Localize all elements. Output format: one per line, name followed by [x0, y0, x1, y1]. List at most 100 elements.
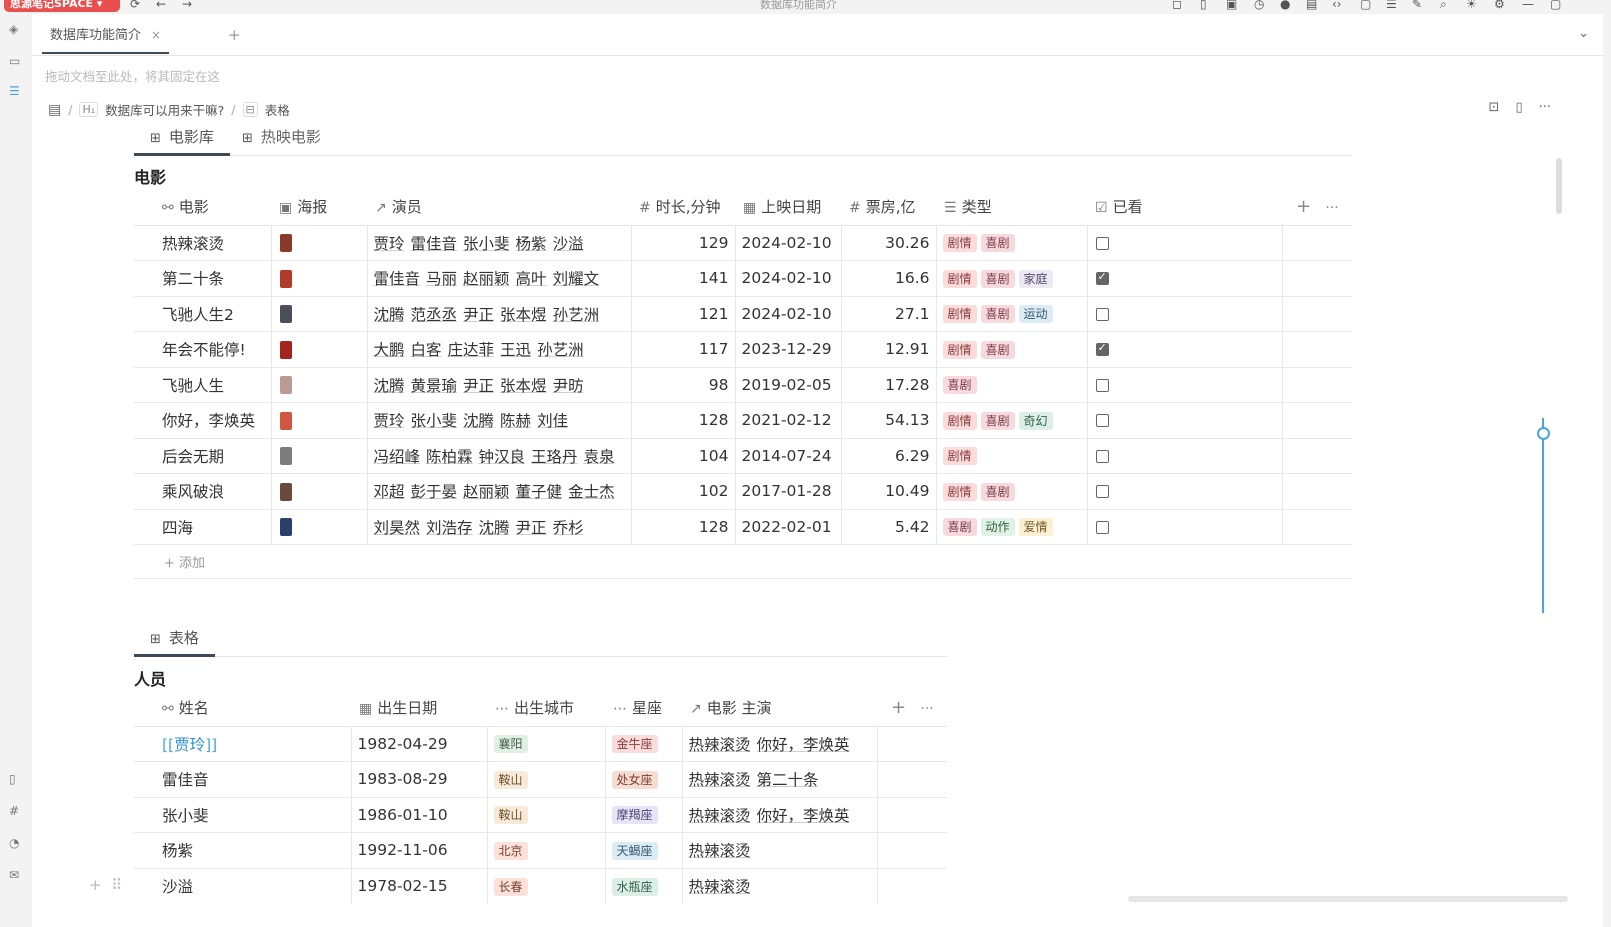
movie-relation[interactable]: 热辣滚烫	[689, 842, 751, 860]
actor-relation[interactable]: 孙艺洲	[537, 341, 584, 359]
duration-cell[interactable]: 141	[631, 260, 736, 296]
actor-relation[interactable]: 尹正	[463, 306, 494, 324]
poster-cell[interactable]	[271, 473, 368, 509]
actor-relation[interactable]: 孙艺洲	[553, 306, 600, 324]
zodiac-cell[interactable]: 摩羯座	[605, 796, 683, 833]
table-row[interactable]: 沙溢 1978-02-15 长春 水瓶座 热辣滚烫	[134, 867, 947, 904]
birth-city-cell[interactable]: 北京	[487, 832, 606, 868]
duration-cell[interactable]: 128	[631, 508, 736, 545]
table-row[interactable]: 年会不能停! 大鹏 白客 庄达菲 王迅 孙艺洲 117 2023-12-29 12.91 剧情 喜剧	[134, 331, 1352, 367]
actor-relation[interactable]: 雷佳音	[411, 235, 458, 253]
actors-cell[interactable]: 贾玲 张小斐 沈腾 陈赫 刘佳	[367, 402, 632, 438]
settings-icon[interactable]: ⚙	[1494, 0, 1505, 11]
add-column-icon[interactable]: +	[1296, 196, 1311, 217]
database-title[interactable]: 人员	[134, 666, 166, 690]
actor-relation[interactable]: 冯绍峰	[374, 448, 421, 466]
tag-icon[interactable]: #	[9, 804, 19, 818]
table-row[interactable]: 乘风破浪 邓超 彭于晏 赵丽颖 董子健 金士杰 102 2017-01-28 10.49 剧情 喜剧	[134, 473, 1352, 509]
database-title[interactable]: 电影	[134, 164, 166, 188]
table-row[interactable]: 飞驰人生 沈腾 黄景瑜 尹正 张本煜 尹昉 98 2019-02-05 17.28 喜剧	[134, 366, 1352, 403]
seen-cell[interactable]	[1087, 224, 1283, 261]
poster-thumbnail[interactable]	[279, 482, 292, 501]
birth-city-cell[interactable]: 鞍山	[487, 761, 606, 797]
horizontal-scrollbar[interactable]	[1128, 896, 1568, 902]
breadcrumb-heading[interactable]: 数据库可以用来干嘛?	[105, 100, 224, 119]
actors-cell[interactable]: 邓超 彭于晏 赵丽颖 董子健 金士杰	[367, 473, 632, 509]
column-header[interactable]: # 时长,分钟	[631, 189, 735, 225]
globe-icon[interactable]: ●	[1280, 0, 1290, 11]
genre-cell[interactable]: 喜剧 动作 爱情	[936, 508, 1088, 545]
actor-relation[interactable]: 贾玲	[374, 235, 405, 253]
sync-icon[interactable]: ⟳	[130, 0, 140, 11]
edit-icon[interactable]: ✎	[1412, 0, 1422, 11]
actor-relation[interactable]: 尹正	[516, 519, 547, 537]
actors-cell[interactable]: 雷佳音 马丽 赵丽颖 高叶 刘耀文	[367, 260, 632, 296]
starred-movies-cell[interactable]: 热辣滚烫	[682, 832, 878, 868]
add-row[interactable]: + 添加	[134, 544, 1352, 579]
poster-cell[interactable]	[271, 437, 368, 474]
more-icon[interactable]: ···	[920, 701, 933, 717]
birth-date-cell[interactable]: 1992-11-06	[351, 832, 488, 868]
actor-relation[interactable]: 范丞丞	[411, 306, 458, 324]
duration-cell[interactable]: 98	[631, 366, 736, 403]
forward-icon[interactable]: →	[182, 0, 192, 11]
column-header[interactable]: ▣ 海报	[271, 189, 367, 225]
genre-cell[interactable]: 剧情	[936, 437, 1088, 474]
actor-relation[interactable]: 刘佳	[537, 412, 568, 430]
movie-name-cell[interactable]: 飞驰人生2	[134, 295, 272, 332]
movie-relation[interactable]: 你好，李焕英	[757, 807, 850, 825]
actor-relation[interactable]: 马丽	[426, 270, 457, 288]
seen-checkbox[interactable]	[1095, 449, 1109, 463]
birth-date-cell[interactable]: 1978-02-15	[351, 867, 488, 904]
box-office-cell[interactable]: 27.1	[841, 295, 937, 332]
actor-relation[interactable]: 张小斐	[411, 412, 458, 430]
seen-checkbox[interactable]	[1095, 307, 1109, 321]
person-name-cell[interactable]: 杨紫	[134, 832, 352, 868]
file-icon[interactable]: ▯	[1515, 100, 1522, 115]
vertical-scrollbar[interactable]	[1556, 158, 1562, 214]
actor-relation[interactable]: 邓超	[374, 483, 405, 501]
person-name-link[interactable]: 贾玲	[174, 736, 205, 754]
actor-relation[interactable]: 雷佳音	[374, 270, 421, 288]
minimize-icon[interactable]: —	[1522, 0, 1534, 11]
seen-cell[interactable]	[1087, 402, 1283, 438]
box-office-cell[interactable]: 6.29	[841, 437, 937, 474]
movie-name-cell[interactable]: 你好，李焕英	[134, 402, 272, 438]
poster-cell[interactable]	[271, 295, 368, 332]
actors-cell[interactable]: 刘昊然 刘浩存 沈腾 尹正 乔杉	[367, 508, 632, 545]
add-column-icon[interactable]: +	[891, 697, 906, 718]
box-office-cell[interactable]: 10.49	[841, 473, 937, 509]
actor-relation[interactable]: 高叶	[516, 270, 547, 288]
table-row[interactable]: 飞驰人生2 沈腾 范丞丞 尹正 张本煜 孙艺洲 121 2024-02-10 27.1 剧情 喜剧运…	[134, 295, 1352, 332]
database-icon[interactable]: ▤	[1306, 0, 1317, 11]
outline-icon[interactable]: ☰	[9, 84, 20, 98]
seen-checkbox[interactable]	[1095, 270, 1109, 286]
view-tab-table[interactable]: ⊞ 表格	[134, 627, 215, 657]
actor-relation[interactable]: 张本煜	[500, 306, 547, 324]
seen-checkbox[interactable]	[1095, 341, 1109, 357]
birth-city-cell[interactable]: 鞍山	[487, 796, 606, 833]
table-row[interactable]: 你好，李焕英 贾玲 张小斐 沈腾 陈赫 刘佳 128 2021-02-12 54.13 剧情 喜剧奇…	[134, 402, 1352, 438]
poster-cell[interactable]	[271, 402, 368, 438]
actor-relation[interactable]: 贾玲	[374, 412, 405, 430]
column-header[interactable]: ⚯ 姓名	[134, 690, 351, 726]
starred-movies-cell[interactable]: 热辣滚烫 你好，李焕英	[682, 725, 878, 762]
release-date-cell[interactable]: 2019-02-05	[735, 366, 842, 403]
actors-cell[interactable]: 沈腾 黄景瑜 尹正 张本煜 尹昉	[367, 366, 632, 403]
actor-relation[interactable]: 沈腾	[374, 306, 405, 324]
actors-cell[interactable]: 大鹏 白客 庄达菲 王迅 孙艺洲	[367, 331, 632, 367]
seen-checkbox[interactable]	[1095, 236, 1109, 250]
box-office-cell[interactable]: 16.6	[841, 260, 937, 296]
movie-name-cell[interactable]: 飞驰人生	[134, 366, 272, 403]
movie-name-cell[interactable]: 热辣滚烫	[134, 224, 272, 261]
duration-cell[interactable]: 104	[631, 437, 736, 474]
tab-database-intro[interactable]: 数据库功能简介 ×	[42, 22, 170, 54]
genre-cell[interactable]: 喜剧	[936, 366, 1088, 403]
movie-name-cell[interactable]: 第二十条	[134, 260, 272, 296]
poster-thumbnail[interactable]	[279, 269, 292, 288]
row-drag-handle[interactable]: + ⠿	[89, 876, 122, 894]
file-icon[interactable]: ▯	[1200, 0, 1207, 11]
search-icon[interactable]: ⌕	[1440, 0, 1447, 12]
table-row[interactable]: 四海 刘昊然 刘浩存 沈腾 尹正 乔杉 128 2022-02-01 5.42 喜剧 动作 爱情	[134, 508, 1352, 545]
poster-thumbnail[interactable]	[279, 234, 292, 252]
